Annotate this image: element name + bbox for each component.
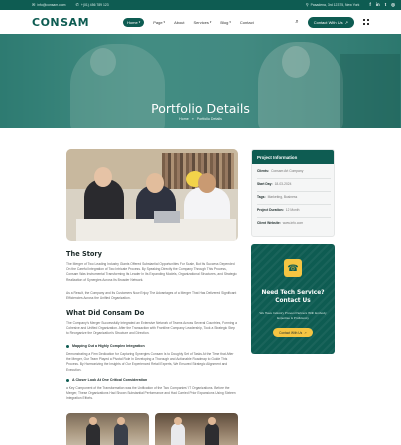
nav-label: Home — [127, 19, 138, 25]
instagram-icon[interactable]: ◎ — [391, 2, 395, 8]
what-did-paragraph: The Company's Merger Successfully Integr… — [66, 321, 237, 336]
nav-about[interactable]: About — [174, 20, 184, 25]
bullet-heading-1: Mapping Out a Highly Complex Integration — [66, 344, 145, 348]
info-label: Clients: — [257, 169, 270, 173]
header-actions: ⌕ Contact With Us ↗ — [295, 16, 369, 28]
phone-link[interactable]: ✆ +(01) 456 789 123 — [75, 2, 109, 8]
bullet-dot-icon — [66, 378, 69, 382]
chevron-down-icon: ▾ — [229, 20, 231, 24]
facebook-icon[interactable]: f — [369, 2, 370, 8]
nav-contact[interactable]: Contact — [240, 20, 254, 25]
twitter-icon[interactable]: t — [385, 2, 386, 8]
nav-label: Page — [153, 19, 163, 25]
info-value[interactable]: www.info.com — [283, 221, 303, 225]
cta-text: We Have Industry Proven Partners With Em… — [259, 311, 327, 320]
page-title: Portfolio Details — [151, 101, 250, 116]
arrow-up-right-icon: ↗ — [304, 330, 307, 335]
grid-menu-icon[interactable] — [363, 19, 369, 25]
portfolio-hero-image — [66, 149, 238, 241]
social-links: f in t ◎ — [369, 2, 395, 8]
nav-blog[interactable]: Blog ▾ — [220, 20, 231, 25]
info-label: Start Day: — [257, 182, 273, 186]
chevron-down-icon: ▾ — [209, 20, 212, 24]
phone-icon: ✆ — [75, 2, 79, 7]
info-row-start-day: Start Day: 18-03-2024 — [257, 182, 291, 186]
site-header: CONSAM Home ▾ Page ▾ About Services ▾ Blog ▾… — [0, 10, 401, 34]
phone-text: +(01) 456 789 123 — [80, 3, 109, 7]
contact-cta-card: ☎ Need Tech Service? Contact Us We Have … — [251, 244, 335, 354]
nav-page[interactable]: Page ▾ — [153, 20, 165, 25]
what-did-heading: What Did Consam Do — [66, 309, 145, 317]
search-icon[interactable]: ⌕ — [295, 19, 298, 26]
contact-button-label: Contact With Us — [313, 19, 343, 25]
contact-button[interactable]: Contact With Us ↗ — [307, 16, 354, 28]
top-bar-right: ⚲ Pasadena, 3rd 12375, New York f in t ◎ — [306, 2, 395, 8]
email-link[interactable]: ✉ info@consam.com — [32, 2, 66, 8]
top-bar-contacts: ✉ info@consam.com ✆ +(01) 456 789 123 — [32, 2, 109, 8]
info-label: Client Website: — [257, 221, 281, 225]
project-info-title: Project Information — [252, 150, 334, 164]
bullet-paragraph-2: a Key Component of the Transformation wa… — [66, 386, 236, 401]
cta-title: Need Tech Service? Contact Us — [261, 290, 325, 304]
info-row-website: Client Website: www.info.com — [257, 221, 303, 225]
nav-services[interactable]: Services ▾ — [194, 20, 212, 25]
info-row-duration: Project Duration: 12 Month — [257, 208, 300, 212]
story-paragraph: The Merger of Two Leading Industry Giant… — [66, 262, 237, 282]
nav-label: Blog — [220, 19, 229, 25]
breadcrumb-separator: » — [191, 117, 194, 121]
chevron-down-icon: ▾ — [163, 20, 166, 24]
info-value: Marketing, Business — [267, 195, 298, 199]
location-pin-icon: ⚲ — [305, 2, 309, 7]
nav-label: About — [174, 19, 185, 25]
info-label: Tags: — [257, 195, 266, 199]
cta-button-label: Contact With Us — [279, 330, 303, 335]
info-value: 18-03-2024 — [274, 182, 292, 186]
gallery-image-2 — [155, 413, 238, 445]
breadcrumb-home[interactable]: Home — [179, 117, 189, 121]
main-nav: Home ▾ Page ▾ About Services ▾ Blog ▾ Contac… — [123, 17, 254, 27]
info-value: Consam Art Company — [271, 169, 304, 173]
page-banner: Portfolio Details Home » Portfolio Detai… — [0, 34, 401, 128]
arrow-up-right-icon: ↗ — [344, 19, 348, 25]
info-row-clients: Clients: Consam Art Company — [257, 169, 303, 173]
bullet-heading-text: Mapping Out a Highly Complex Integration — [72, 344, 145, 348]
info-value: 12 Month — [285, 208, 300, 212]
story-paragraph-2: As a Result, the Company and Its Custome… — [66, 291, 237, 301]
story-heading: The Story — [66, 250, 102, 258]
nav-label: Contact — [239, 19, 254, 25]
nav-label: Services — [193, 19, 209, 25]
support-headset-icon: ☎ — [284, 259, 302, 277]
logo[interactable]: CONSAM — [32, 16, 89, 29]
info-label: Project Duration: — [257, 208, 284, 212]
breadcrumb-current: Portfolio Details — [196, 117, 222, 121]
bullet-dot-icon — [66, 344, 69, 348]
mail-icon: ✉ — [32, 2, 36, 7]
address: ⚲ Pasadena, 3rd 12375, New York — [305, 2, 360, 8]
bullet-heading-2: A Closer Look At One Critical Considerat… — [66, 378, 147, 382]
info-row-tags: Tags: Marketing, Business — [257, 195, 297, 199]
linkedin-icon[interactable]: in — [376, 2, 380, 8]
gallery-image-1 — [66, 413, 149, 445]
bullet-paragraph-1: Demonstrating a Firm Dedication for Capt… — [66, 352, 234, 372]
cta-contact-button[interactable]: Contact With Us ↗ — [273, 328, 313, 337]
bullet-heading-text: A Closer Look At One Critical Considerat… — [72, 378, 148, 382]
breadcrumb: Home » Portfolio Details — [0, 117, 401, 121]
address-text: Pasadena, 3rd 12375, New York — [310, 3, 360, 7]
email-text: info@consam.com — [37, 3, 66, 7]
nav-home[interactable]: Home ▾ — [123, 17, 145, 27]
top-bar: ✉ info@consam.com ✆ +(01) 456 789 123 ⚲ … — [0, 0, 401, 10]
chevron-down-icon: ▾ — [138, 20, 141, 24]
project-info-card: Project Information Clients: Consam Art C… — [251, 149, 335, 237]
